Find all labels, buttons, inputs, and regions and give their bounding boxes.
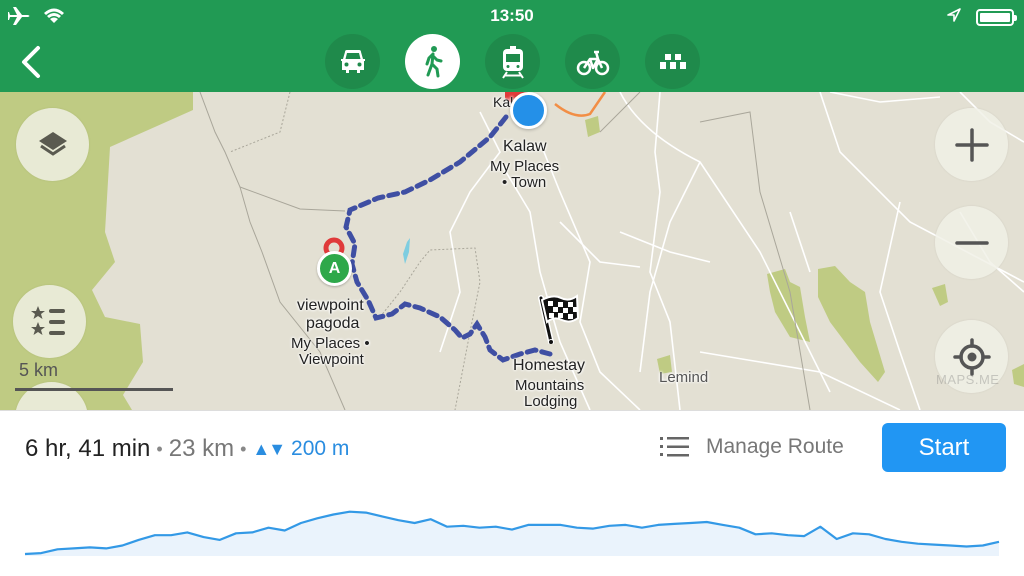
current-location-marker xyxy=(510,92,547,129)
bicycle-icon xyxy=(576,50,609,75)
map-label-kalaw[interactable]: Kalaw xyxy=(503,138,547,155)
map-label-viewpoint[interactable]: viewpoint xyxy=(297,297,364,314)
map-label-viewpoint-category: My Places • xyxy=(291,335,370,352)
separator: • xyxy=(156,438,163,459)
finish-flag-icon[interactable] xyxy=(535,292,581,344)
chevron-left-icon xyxy=(22,46,40,78)
manage-route-button[interactable]: Manage Route xyxy=(660,435,844,459)
mode-bicycle-button[interactable] xyxy=(565,34,620,89)
zoom-out-button[interactable] xyxy=(935,206,1008,279)
map-label-homestay-category: Mountains xyxy=(515,377,585,394)
minus-icon xyxy=(954,240,989,245)
start-navigation-button[interactable]: Start xyxy=(882,423,1006,472)
map-label-lemind[interactable]: Lemind xyxy=(659,369,708,386)
battery-icon xyxy=(976,9,1017,26)
route-summary: 6 hr, 41 min • 23 km • ▲▼ 200 m xyxy=(25,435,349,463)
route-panel: 6 hr, 41 min • 23 km • ▲▼ 200 m Manage R… xyxy=(0,410,1024,576)
map-view[interactable]: Kalaw Kalaw My Places • Town A viewpoint… xyxy=(0,92,1024,410)
elevation-profile-chart xyxy=(24,510,1000,556)
layers-icon xyxy=(38,131,67,156)
map-label-homestay-type: Lodging xyxy=(524,393,578,410)
forest-patch xyxy=(818,266,885,382)
mode-taxi-button[interactable] xyxy=(645,34,700,89)
forest-patch xyxy=(585,116,600,137)
scale-bar xyxy=(15,388,173,391)
car-icon xyxy=(340,49,365,73)
train-icon xyxy=(501,45,524,79)
manage-route-label: Manage Route xyxy=(706,435,844,458)
elevation-arrows-icon: ▲▼ xyxy=(252,438,286,459)
map-label-viewpoint-type: Viewpoint xyxy=(299,351,364,368)
taxi-icon xyxy=(659,53,686,69)
mode-transit-button[interactable] xyxy=(485,34,540,89)
list-icon xyxy=(660,437,689,457)
status-bar: 13:50 xyxy=(0,0,1024,30)
maps-me-watermark: MAPS.ME xyxy=(936,372,1000,387)
mode-car-button[interactable] xyxy=(325,34,380,89)
separator: • xyxy=(240,438,247,459)
crosshair-icon xyxy=(952,337,991,376)
map-label-homestay[interactable]: Homestay xyxy=(513,357,585,374)
map-label-kalaw-category: My Places xyxy=(490,158,560,175)
map-label-kalaw-type: • Town xyxy=(502,174,547,191)
top-bar: 13:50 xyxy=(0,0,1024,92)
back-button[interactable] xyxy=(14,42,50,82)
layers-button[interactable] xyxy=(16,108,89,181)
bookmarks-button[interactable] xyxy=(13,285,86,358)
route-elevation: 200 m xyxy=(291,437,350,460)
location-arrow-icon xyxy=(946,7,962,28)
route-start-marker[interactable]: A xyxy=(317,251,352,286)
forest-patch xyxy=(1012,364,1024,387)
main-road xyxy=(554,92,607,117)
mode-pedestrian-button[interactable] xyxy=(405,34,460,89)
lake xyxy=(403,238,410,264)
zoom-in-button[interactable] xyxy=(935,108,1008,181)
forest-patch xyxy=(932,284,948,306)
plus-icon xyxy=(954,127,989,162)
scale-label: 5 km xyxy=(19,360,59,380)
clock: 13:50 xyxy=(490,6,534,25)
bookmarks-list-icon xyxy=(30,305,65,335)
route-distance: 23 km xyxy=(168,435,235,462)
map-label-pagoda: pagoda xyxy=(306,315,360,332)
transport-mode-selector xyxy=(325,34,700,89)
walking-icon xyxy=(425,45,442,77)
route-duration: 6 hr, 41 min xyxy=(25,435,151,462)
